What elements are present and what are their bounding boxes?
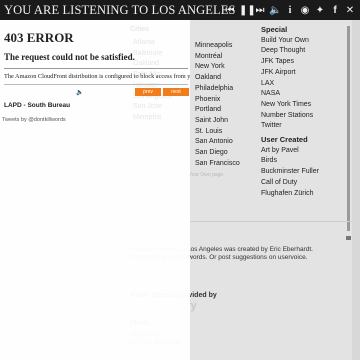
volume-icon[interactable]: 🔈 xyxy=(76,89,83,96)
error-message: The Amazon CloudFront distribution is co… xyxy=(4,73,190,80)
twitter-icon[interactable]: ✦ xyxy=(314,5,326,16)
special-column: Special Build Your Own Deep Thought JFK … xyxy=(261,25,319,199)
player-controls: ⏮ ❚❚ ⏭ 🔈 i ◉ ✦ f ✕ xyxy=(224,0,356,20)
scrollbar[interactable] xyxy=(347,26,350,231)
user-created-link[interactable]: Buckminster Fuller xyxy=(261,167,319,178)
next-button[interactable]: next xyxy=(163,88,189,96)
city-link[interactable]: Saint John xyxy=(195,116,240,127)
city-link[interactable]: Minneapolis xyxy=(195,41,240,52)
error-divider xyxy=(4,68,188,69)
special-link[interactable]: JFK Tapes xyxy=(261,57,319,68)
top-bar: YOU ARE LISTENING TO LOS ANGELES ⏮ ❚❚ ⏭ … xyxy=(0,0,360,20)
city-link[interactable]: Atlanta xyxy=(133,38,171,49)
special-link[interactable]: JFK Airport xyxy=(261,68,319,79)
next-icon[interactable]: ⏭ xyxy=(254,5,266,16)
city-link[interactable]: San Jose xyxy=(133,102,171,113)
city-link[interactable]: Memphis xyxy=(133,113,171,124)
special-link[interactable]: NASA xyxy=(261,89,319,100)
close-icon[interactable]: ✕ xyxy=(344,5,356,16)
city-link[interactable]: Oakland xyxy=(195,73,240,84)
globe-icon[interactable]: ◉ xyxy=(299,5,311,16)
special-link[interactable]: Deep Thought xyxy=(261,46,319,57)
facebook-icon[interactable]: f xyxy=(329,5,341,16)
volume-icon[interactable]: 🔈 xyxy=(269,5,281,16)
special-heading: Special xyxy=(261,25,288,34)
user-created-link[interactable]: Art by Pavel xyxy=(261,146,319,157)
info-icon[interactable]: i xyxy=(284,5,296,16)
prev-button[interactable]: prev xyxy=(135,88,161,96)
special-link[interactable]: LAX xyxy=(261,79,319,90)
city-link[interactable]: Philadelphia xyxy=(195,84,240,95)
city-link[interactable]: Montréal xyxy=(195,52,240,63)
error-title: 403 ERROR xyxy=(4,30,74,45)
special-link[interactable]: Number Stations xyxy=(261,111,319,122)
city-link[interactable]: New York xyxy=(195,62,240,73)
city-link[interactable]: San Antonio xyxy=(195,137,240,148)
prev-icon[interactable]: ⏮ xyxy=(224,5,236,16)
city-link[interactable]: Phoenix xyxy=(195,95,240,106)
user-created-link[interactable]: Flughafen Zürich xyxy=(261,189,319,200)
special-link[interactable]: Build Your Own xyxy=(261,36,319,47)
error-subtitle: The request could not be satisfied. xyxy=(4,52,135,62)
error-overlay: Cities Atlanta Baltimore Oakland Palo Al… xyxy=(0,20,190,360)
city-link[interactable]: Portland xyxy=(195,105,240,116)
city-link[interactable]: San Francisco xyxy=(195,159,240,170)
special-link[interactable]: New York Times xyxy=(261,100,319,111)
user-created-heading: User Created xyxy=(261,135,308,145)
city-link[interactable]: Baltimore xyxy=(133,49,171,60)
user-created-link[interactable]: Call of Duty xyxy=(261,178,319,189)
cities-heading: Cities xyxy=(130,26,150,33)
city-link[interactable]: San Diego xyxy=(195,148,240,159)
user-created-link[interactable]: Birds xyxy=(261,156,319,167)
tweets-link[interactable]: Tweets by @dontkillwords xyxy=(2,117,66,123)
bureau-name: LAPD - South Bureau xyxy=(4,102,71,109)
city-link[interactable]: St. Louis xyxy=(195,127,240,138)
pause-icon[interactable]: ❚❚ xyxy=(239,5,256,16)
station-title: YOU ARE LISTENING TO LOS ANGELES xyxy=(4,2,236,17)
cities-right-column: Minneapolis Montréal New York Oakland Ph… xyxy=(195,41,240,169)
error-divider-2 xyxy=(4,84,188,85)
special-link[interactable]: Twitter xyxy=(261,121,319,132)
